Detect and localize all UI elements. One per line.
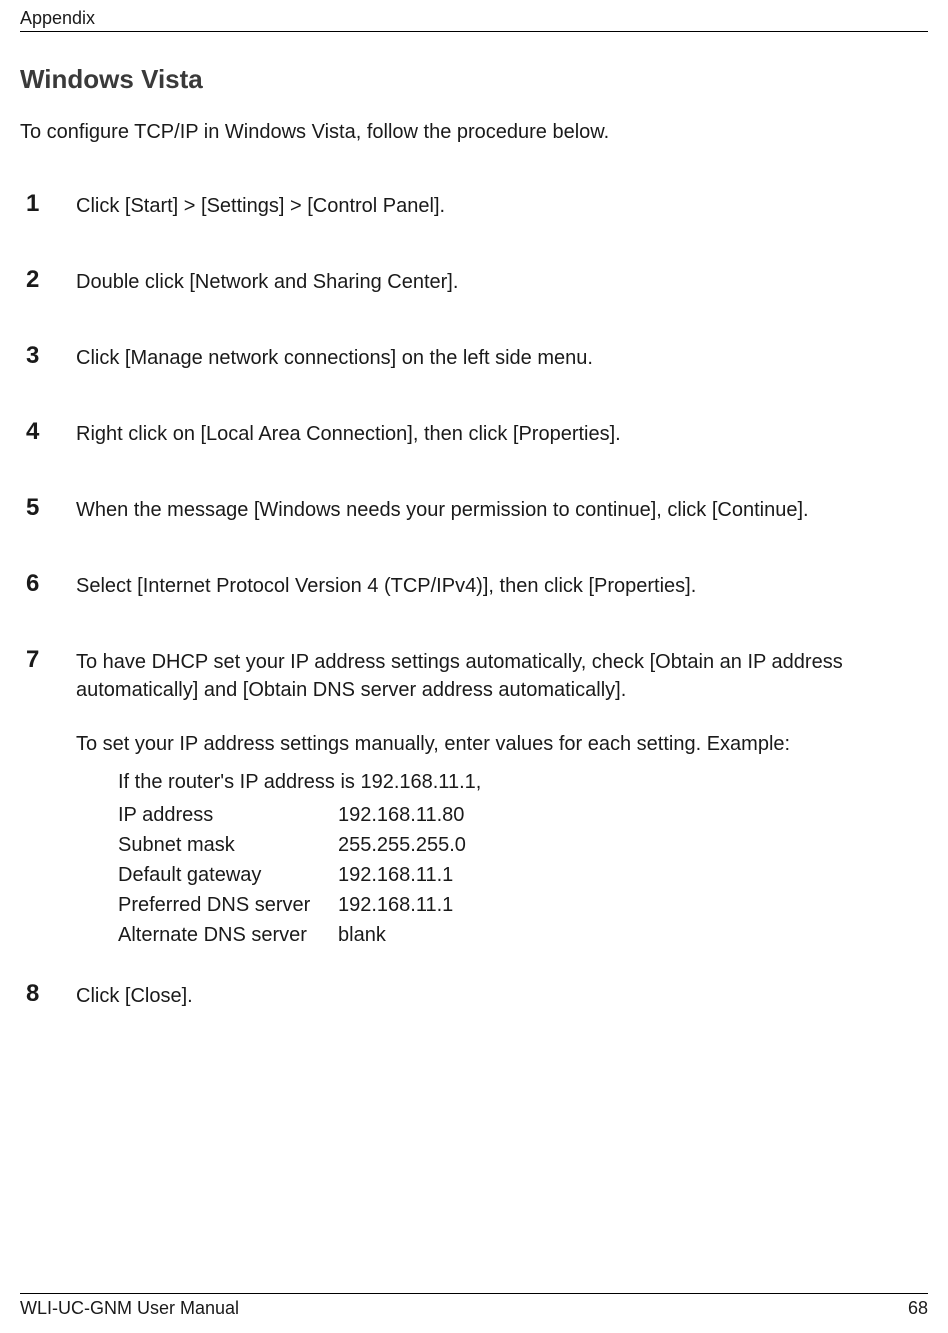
step-number: 3 [20, 342, 76, 372]
step-3: 3 Click [Manage network connections] on … [20, 342, 928, 372]
example-row: Subnet mask 255.255.255.0 [118, 830, 928, 860]
example-row: IP address 192.168.11.80 [118, 800, 928, 830]
example-label: IP address [118, 800, 338, 830]
step-6: 6 Select [Internet Protocol Version 4 (T… [20, 570, 928, 600]
example-label: Default gateway [118, 860, 338, 890]
example-value: 255.255.255.0 [338, 830, 466, 860]
example-table: If the router's IP address is 192.168.11… [118, 768, 928, 950]
step-text: To have DHCP set your IP address setting… [76, 646, 928, 950]
step-text: When the message [Windows needs your per… [76, 494, 928, 524]
example-label: Subnet mask [118, 830, 338, 860]
example-row: Alternate DNS server blank [118, 920, 928, 950]
step-2: 2 Double click [Network and Sharing Cent… [20, 266, 928, 296]
step-7-manual-intro: To set your IP address settings manually… [76, 730, 928, 758]
example-value: 192.168.11.1 [338, 890, 453, 920]
header: Appendix [20, 8, 928, 32]
footer-left: WLI-UC-GNM User Manual [20, 1298, 239, 1319]
example-value: 192.168.11.1 [338, 860, 453, 890]
step-text: Click [Manage network connections] on th… [76, 342, 928, 372]
step-text: Right click on [Local Area Connection], … [76, 418, 928, 448]
example-label: Alternate DNS server [118, 920, 338, 950]
section-title: Windows Vista [20, 64, 928, 95]
page-number: 68 [908, 1298, 928, 1319]
step-number: 5 [20, 494, 76, 524]
step-text: Double click [Network and Sharing Center… [76, 266, 928, 296]
step-1: 1 Click [Start] > [Settings] > [Control … [20, 190, 928, 220]
step-7: 7 To have DHCP set your IP address setti… [20, 646, 928, 950]
step-number: 1 [20, 190, 76, 220]
step-number: 8 [20, 980, 76, 1010]
example-label: Preferred DNS server [118, 890, 338, 920]
step-7-auto-text: To have DHCP set your IP address setting… [76, 648, 928, 704]
example-row: Default gateway 192.168.11.1 [118, 860, 928, 890]
example-row: Preferred DNS server 192.168.11.1 [118, 890, 928, 920]
intro-text: To configure TCP/IP in Windows Vista, fo… [20, 121, 928, 144]
step-text: Click [Start] > [Settings] > [Control Pa… [76, 190, 928, 220]
step-number: 7 [20, 646, 76, 950]
example-value: 192.168.11.80 [338, 800, 464, 830]
footer: WLI-UC-GNM User Manual 68 [20, 1293, 928, 1319]
example-intro: If the router's IP address is 192.168.11… [118, 768, 928, 796]
example-value: blank [338, 920, 386, 950]
step-text: Select [Internet Protocol Version 4 (TCP… [76, 570, 928, 600]
step-5: 5 When the message [Windows needs your p… [20, 494, 928, 524]
step-text: Click [Close]. [76, 980, 928, 1010]
step-number: 4 [20, 418, 76, 448]
step-number: 2 [20, 266, 76, 296]
step-number: 6 [20, 570, 76, 600]
step-4: 4 Right click on [Local Area Connection]… [20, 418, 928, 448]
header-label: Appendix [20, 8, 928, 29]
step-8: 8 Click [Close]. [20, 980, 928, 1010]
